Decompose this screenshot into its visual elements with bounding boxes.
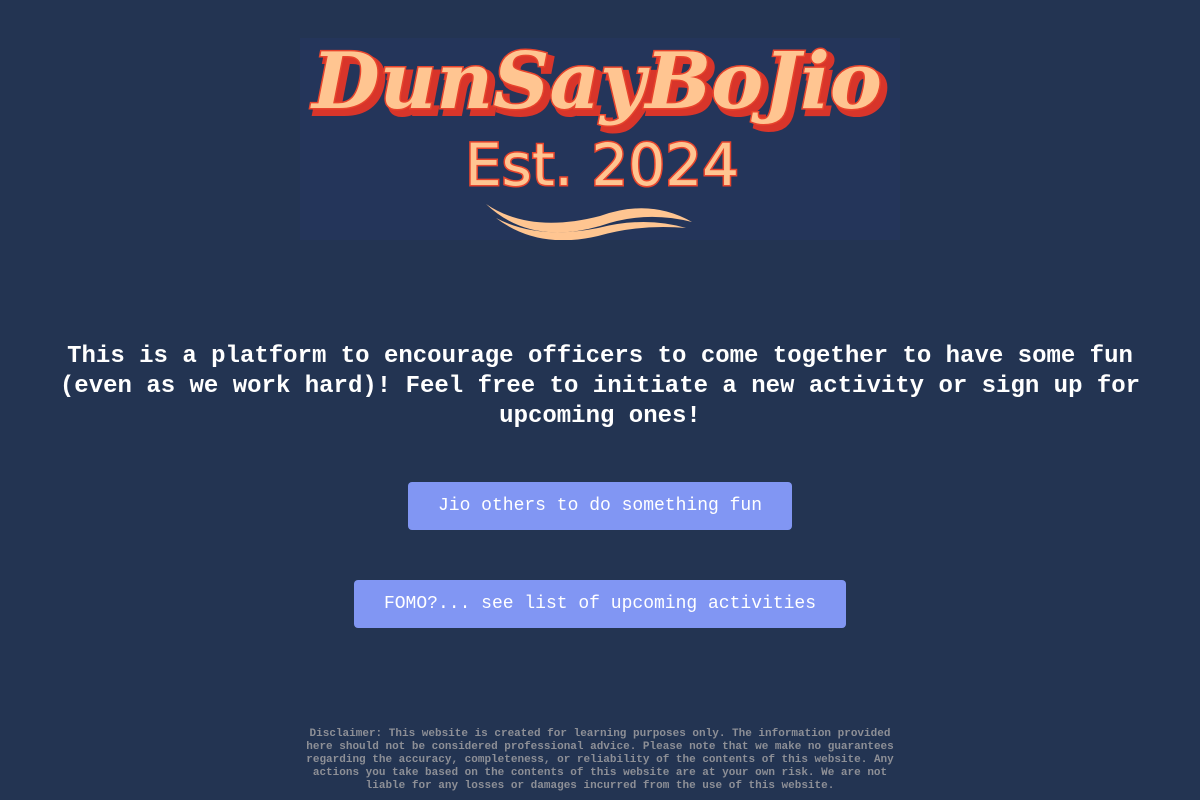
upcoming-activities-button[interactable]: FOMO?... see list of upcoming activities: [354, 580, 846, 628]
jio-others-button[interactable]: Jio others to do something fun: [408, 482, 792, 530]
site-logo: DunSayBoJio DunSayBoJio Est. 2024: [300, 38, 900, 240]
logo-subtitle: Est. 2024: [465, 131, 739, 199]
logo-title: DunSayBoJio: [310, 38, 882, 127]
logo-wave-icon: [486, 204, 692, 240]
page-tagline: This is a platform to encourage officers…: [59, 343, 1141, 430]
disclaimer-text: Disclaimer: This website is created for …: [306, 728, 894, 792]
